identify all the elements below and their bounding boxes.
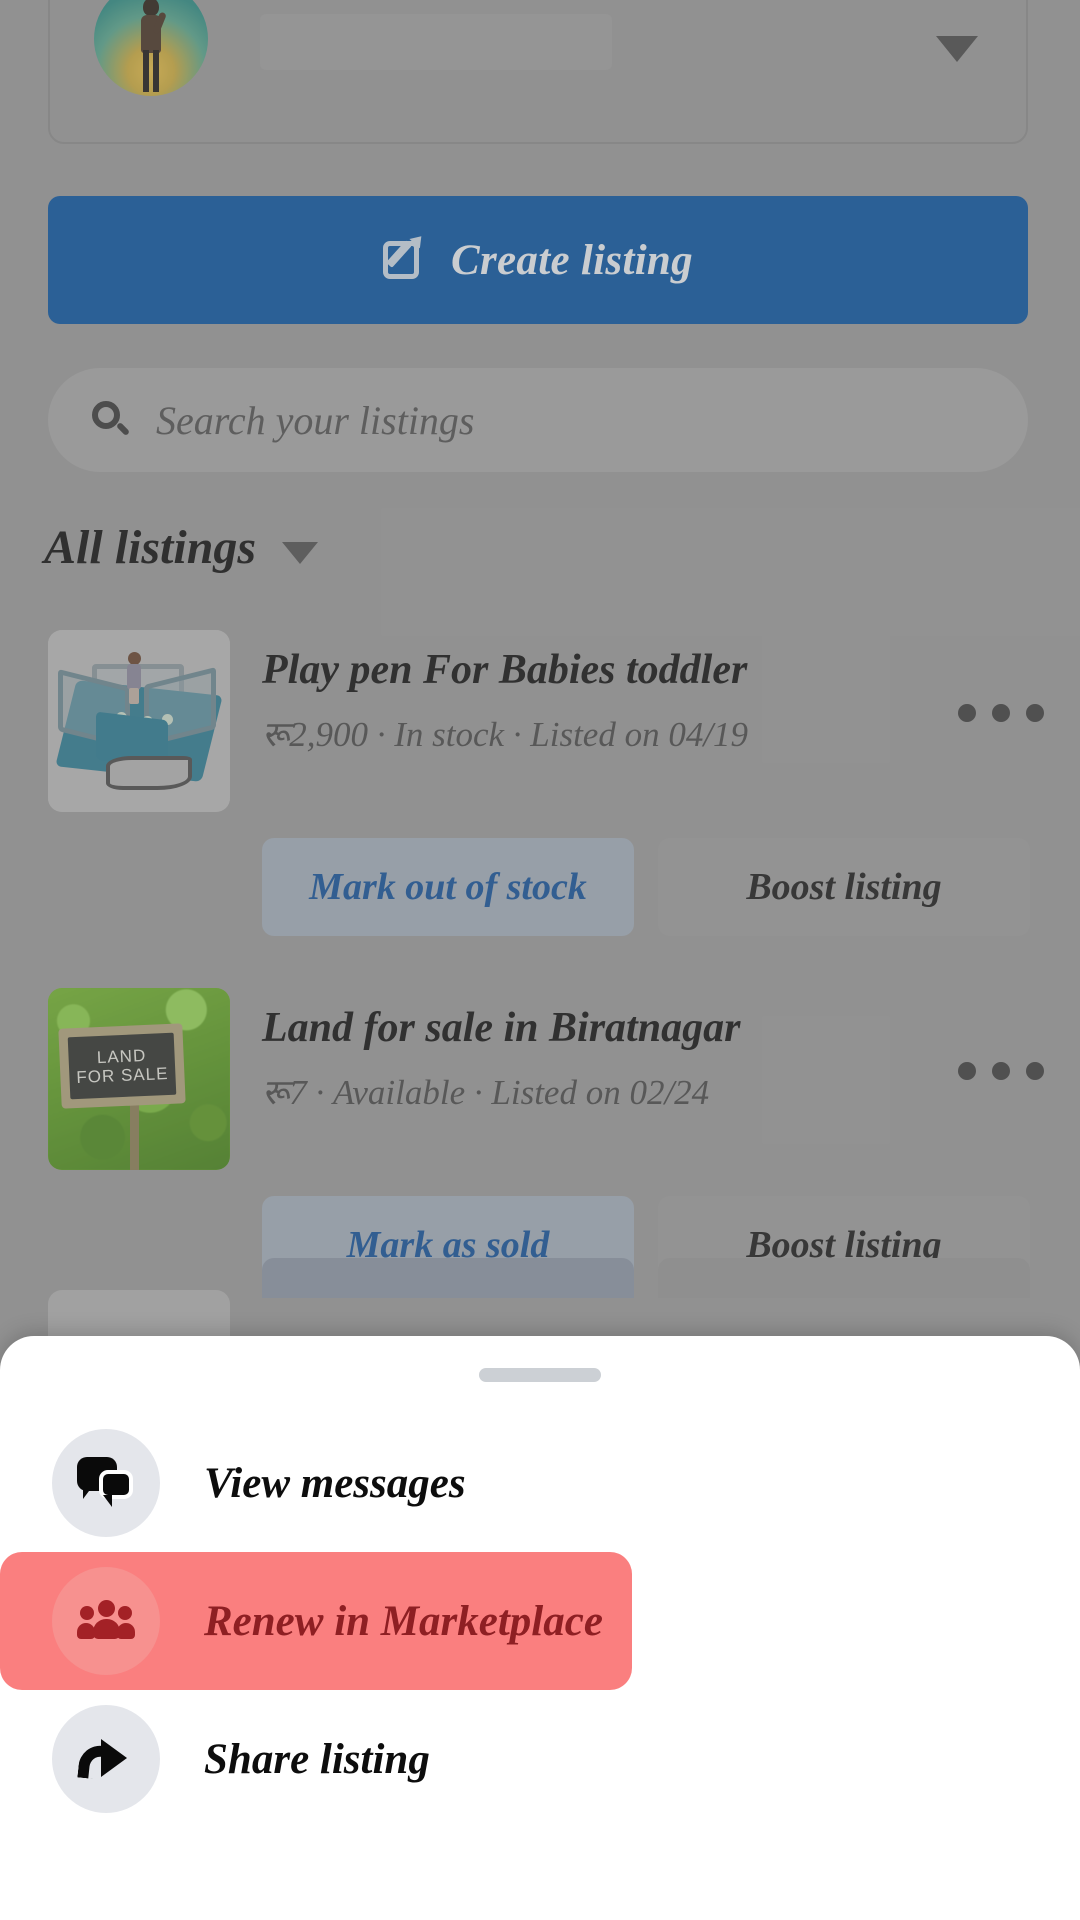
listing-meta: रू​2,900 · In stock · Listed on 04/19 [262, 715, 749, 754]
search-input[interactable]: Search your listings [48, 368, 1028, 472]
dropdown-caret-icon[interactable] [936, 36, 978, 62]
sheet-item-view-messages[interactable]: View messages [0, 1414, 1080, 1552]
create-listing-label: Create listing [451, 236, 693, 284]
profile-avatar[interactable] [94, 0, 208, 96]
options-bottom-sheet: View messages Renew in Marketplace Share… [0, 1336, 1080, 1920]
sheet-item-share-listing[interactable]: Share listing [0, 1690, 1080, 1828]
account-selector[interactable] [48, 0, 1028, 144]
listing-text: Play pen For Babies toddler रू​2,900 · I… [262, 646, 892, 757]
avatar-figure [134, 0, 168, 94]
listing-thumbnail[interactable]: LAND FOR SALE [48, 988, 230, 1170]
people-group-icon [52, 1567, 160, 1675]
sheet-item-label: Renew in Marketplace [204, 1597, 603, 1645]
listing-text: Land for sale in Biratnagar रू7 · Availa… [262, 1004, 892, 1115]
account-name [260, 14, 612, 70]
sheet-item-renew-in-marketplace[interactable]: Renew in Marketplace [0, 1552, 632, 1690]
listing-thumbnail[interactable] [48, 630, 230, 812]
screen-root: Create listing Search your listings All … [0, 0, 1080, 1920]
land-for-sale-photo: LAND FOR SALE [48, 988, 230, 1170]
listing-actions: Mark out of stock Boost listing [262, 838, 1030, 936]
mark-out-of-stock-button[interactable]: Mark out of stock [262, 838, 634, 936]
share-arrow-icon [52, 1705, 160, 1813]
drag-handle[interactable] [479, 1368, 601, 1382]
section-title: All listings [44, 521, 257, 574]
sheet-item-label: Share listing [204, 1735, 430, 1783]
create-listing-button[interactable]: Create listing [48, 196, 1028, 324]
thumb-text-line1: LAND [96, 1045, 147, 1068]
playpen-photo [48, 630, 230, 812]
more-options-icon[interactable] [958, 1062, 1044, 1080]
listing-meta: रू7 · Available · Listed on 02/24 [262, 1073, 710, 1112]
search-placeholder: Search your listings [156, 397, 475, 443]
search-icon [90, 400, 131, 440]
listing-title: Land for sale in Biratnagar [262, 1005, 741, 1051]
thumb-text-line2: FOR SALE [75, 1063, 169, 1087]
more-options-icon[interactable] [958, 704, 1044, 722]
sheet-options-list: View messages Renew in Marketplace Share… [0, 1414, 1080, 1828]
chat-bubbles-icon [52, 1429, 160, 1537]
partial-action-chip [262, 1258, 634, 1298]
all-listings-filter[interactable]: All listings [44, 520, 319, 575]
partial-action-chip [658, 1258, 1030, 1298]
boost-listing-button[interactable]: Boost listing [658, 838, 1030, 936]
listing-title: Play pen For Babies toddler [262, 647, 748, 693]
sheet-item-label: View messages [204, 1459, 466, 1507]
compose-pencil-icon [383, 231, 429, 283]
chevron-down-icon[interactable] [282, 541, 319, 564]
